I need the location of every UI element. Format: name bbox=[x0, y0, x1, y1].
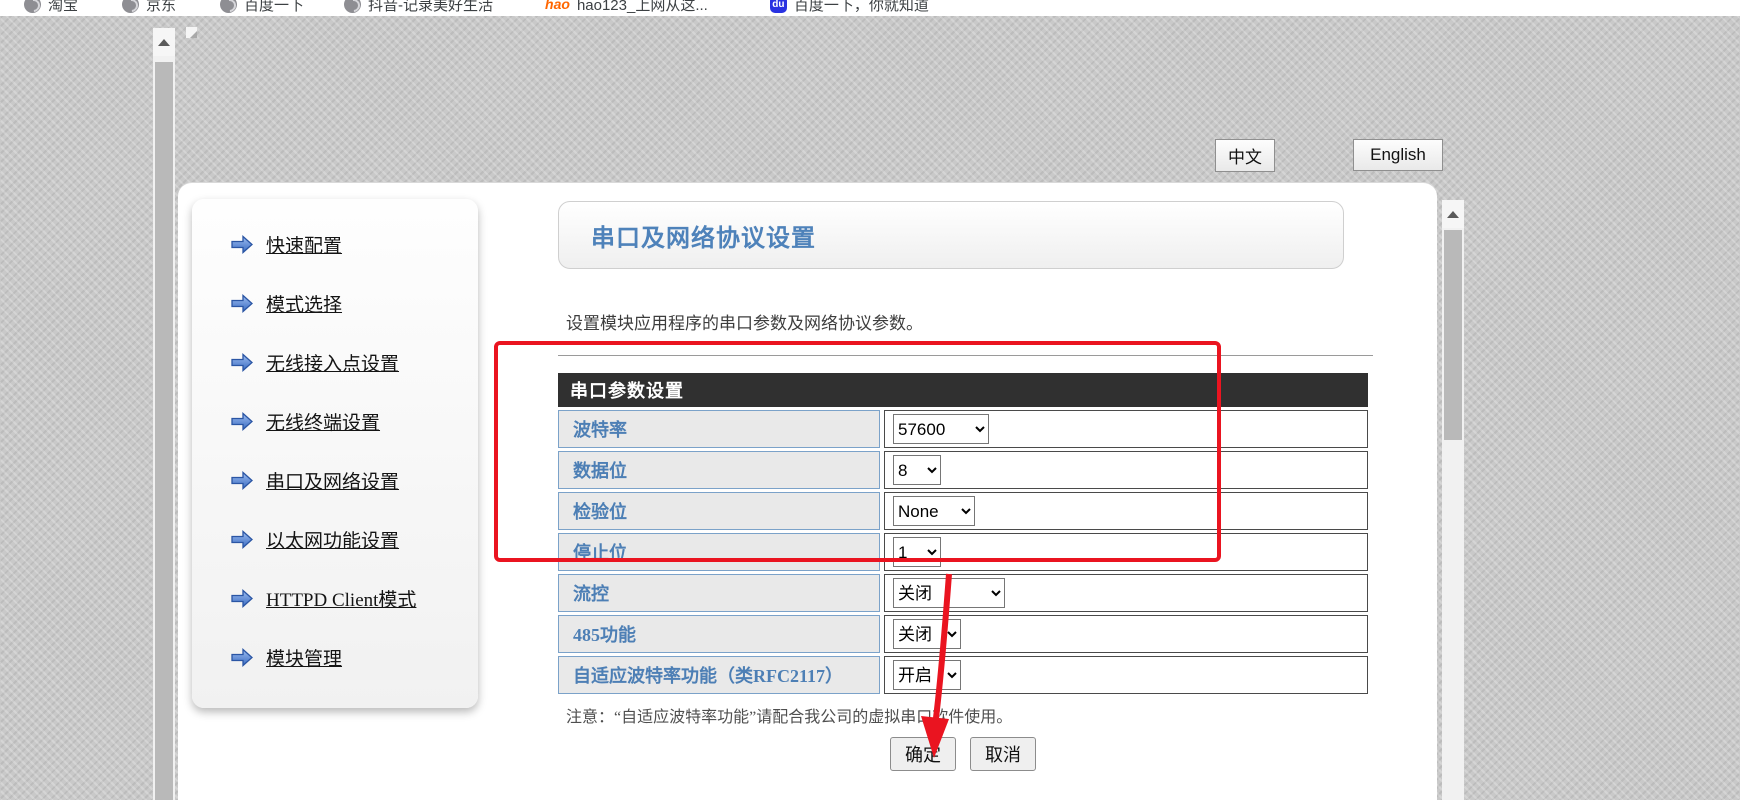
row-value-cell: 关闭 bbox=[884, 574, 1368, 612]
scrollbar-thumb[interactable] bbox=[1444, 230, 1462, 440]
baidu-du-icon: du bbox=[770, 0, 787, 13]
confirm-button[interactable]: 确定 bbox=[890, 737, 956, 771]
scrollbar-thumb[interactable] bbox=[155, 62, 173, 800]
row-label: 数据位 bbox=[558, 451, 880, 489]
bookmark-label: hao123_上网从这... bbox=[577, 0, 708, 15]
sidebar-item-label: 串口及网络设置 bbox=[266, 467, 399, 494]
page-description: 设置模块应用程序的串口参数及网络协议参数。 bbox=[566, 309, 923, 334]
frame-corner bbox=[186, 27, 197, 38]
table-header: 串口参数设置 bbox=[558, 373, 1368, 407]
table-row-flowctrl: 流控 关闭 bbox=[558, 574, 1368, 612]
scroll-up-button[interactable] bbox=[1442, 200, 1464, 228]
right-scrollbar[interactable] bbox=[1442, 200, 1464, 800]
bookmark-label: 京东 bbox=[146, 0, 176, 15]
sidebar-item-httpd-client[interactable]: HTTPD Client模式 bbox=[192, 569, 478, 628]
language-chinese-button[interactable]: 中文 bbox=[1215, 139, 1275, 172]
row-value-cell: None bbox=[884, 492, 1368, 530]
row-value-cell: 1 bbox=[884, 533, 1368, 571]
bookmark-label: 百度一下 bbox=[244, 0, 304, 15]
table-row-485: 485功能 关闭 bbox=[558, 615, 1368, 653]
bookmark-jd[interactable]: 京东 bbox=[122, 0, 176, 15]
serial-settings-table: 串口参数设置 波特率 57600 数据位 8 检验位 None bbox=[558, 373, 1368, 694]
bookmark-label: 百度一下，你就知道 bbox=[794, 0, 929, 15]
bookmark-taobao[interactable]: 淘宝 bbox=[24, 0, 78, 15]
sidebar-item-label: 无线终端设置 bbox=[266, 408, 380, 435]
sidebar-item-label: 模式选择 bbox=[266, 290, 342, 317]
hao123-icon: hao bbox=[545, 0, 570, 12]
form-buttons: 确定 取消 bbox=[558, 737, 1368, 771]
arrow-right-icon bbox=[230, 412, 254, 431]
language-english-button[interactable]: English bbox=[1353, 139, 1443, 171]
globe-icon bbox=[220, 0, 237, 13]
sidebar-item-label: HTTPD Client模式 bbox=[266, 585, 416, 612]
sidebar-item-label: 以太网功能设置 bbox=[266, 526, 399, 553]
row-label: 波特率 bbox=[558, 410, 880, 448]
row-value-cell: 关闭 bbox=[884, 615, 1368, 653]
bookmark-douyin[interactable]: 抖音-记录美好生活 bbox=[344, 0, 493, 15]
page-title-card: 串口及网络协议设置 bbox=[558, 201, 1344, 269]
row-value-cell: 57600 bbox=[884, 410, 1368, 448]
arrow-right-icon bbox=[230, 471, 254, 490]
usage-note: 注意：“自适应波特率功能”请配合我公司的虚拟串口软件使用。 bbox=[566, 703, 1012, 727]
arrow-right-icon bbox=[230, 530, 254, 549]
row-value-cell: 8 bbox=[884, 451, 1368, 489]
flowctrl-select[interactable]: 关闭 bbox=[893, 578, 1005, 608]
row-label: 自适应波特率功能（类RFC2117） bbox=[558, 656, 880, 694]
row-label: 485功能 bbox=[558, 615, 880, 653]
sidebar-item-wireless-sta[interactable]: 无线终端设置 bbox=[192, 392, 478, 451]
sidebar-item-wireless-ap[interactable]: 无线接入点设置 bbox=[192, 333, 478, 392]
table-row-baudrate: 波特率 57600 bbox=[558, 410, 1368, 448]
table-row-databits: 数据位 8 bbox=[558, 451, 1368, 489]
bookmark-baidu[interactable]: 百度一下 bbox=[220, 0, 304, 15]
sidebar-item-quick-config[interactable]: 快速配置 bbox=[192, 215, 478, 274]
scroll-up-button[interactable] bbox=[153, 28, 175, 56]
row-label: 停止位 bbox=[558, 533, 880, 571]
browser-bookmarks-bar: 淘宝 京东 百度一下 抖音-记录美好生活 hao hao123_上网从这... … bbox=[0, 0, 1740, 16]
arrow-right-icon bbox=[230, 235, 254, 254]
sidebar-item-ethernet[interactable]: 以太网功能设置 bbox=[192, 510, 478, 569]
chevron-up-icon bbox=[158, 39, 170, 46]
baudrate-select[interactable]: 57600 bbox=[893, 414, 989, 444]
sidebar-nav: 快速配置 模式选择 无线接入点设置 无线终端设置 串口及网络设置 以太网功能设置… bbox=[192, 199, 478, 708]
autobaud-select[interactable]: 开启 bbox=[893, 660, 961, 690]
row-value-cell: 开启 bbox=[884, 656, 1368, 694]
bookmark-label: 抖音-记录美好生活 bbox=[368, 0, 493, 15]
rs485-select[interactable]: 关闭 bbox=[893, 619, 961, 649]
sidebar-item-label: 模块管理 bbox=[266, 644, 342, 671]
sidebar-item-serial-network[interactable]: 串口及网络设置 bbox=[192, 451, 478, 510]
arrow-right-icon bbox=[230, 648, 254, 667]
divider bbox=[558, 355, 1373, 356]
arrow-right-icon bbox=[230, 294, 254, 313]
databits-select[interactable]: 8 bbox=[893, 455, 941, 485]
sidebar-item-label: 无线接入点设置 bbox=[266, 349, 399, 376]
stopbits-select[interactable]: 1 bbox=[893, 537, 941, 567]
sidebar-item-label: 快速配置 bbox=[266, 231, 342, 258]
chevron-up-icon bbox=[1447, 211, 1459, 218]
arrow-right-icon bbox=[230, 353, 254, 372]
content-panel: 快速配置 模式选择 无线接入点设置 无线终端设置 串口及网络设置 以太网功能设置… bbox=[178, 182, 1437, 800]
arrow-right-icon bbox=[230, 589, 254, 608]
bookmark-hao123[interactable]: hao hao123_上网从这... bbox=[545, 0, 708, 15]
globe-icon bbox=[122, 0, 139, 13]
sidebar-item-module-admin[interactable]: 模块管理 bbox=[192, 628, 478, 687]
parity-select[interactable]: None bbox=[893, 496, 975, 526]
cancel-button[interactable]: 取消 bbox=[970, 737, 1036, 771]
bookmark-baidu-zhidao[interactable]: du 百度一下，你就知道 bbox=[770, 0, 929, 15]
table-row-stopbits: 停止位 1 bbox=[558, 533, 1368, 571]
row-label: 流控 bbox=[558, 574, 880, 612]
bookmark-label: 淘宝 bbox=[48, 0, 78, 15]
globe-icon bbox=[344, 0, 361, 13]
row-label: 检验位 bbox=[558, 492, 880, 530]
table-row-parity: 检验位 None bbox=[558, 492, 1368, 530]
page-title: 串口及网络协议设置 bbox=[591, 218, 816, 253]
left-scrollbar[interactable] bbox=[153, 28, 175, 800]
table-row-autobaud: 自适应波特率功能（类RFC2117） 开启 bbox=[558, 656, 1368, 694]
globe-icon bbox=[24, 0, 41, 13]
sidebar-item-mode-select[interactable]: 模式选择 bbox=[192, 274, 478, 333]
